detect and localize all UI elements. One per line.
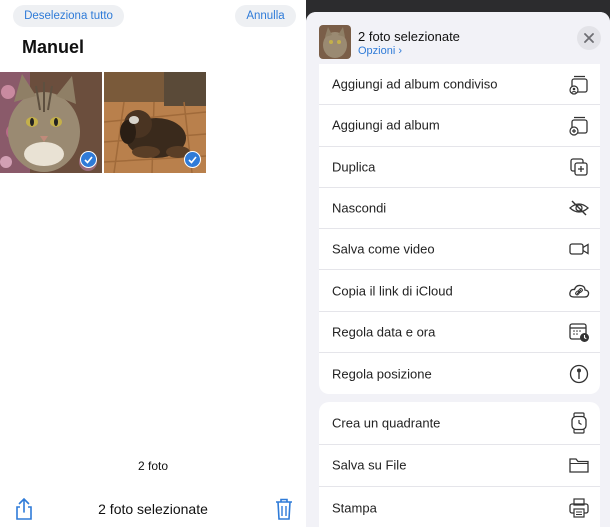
printer-icon [569,498,589,518]
action-adjust-date-time[interactable]: Regola data e ora [319,312,600,354]
action-label: Crea un quadrante [332,415,441,431]
action-label: Regola data e ora [332,324,436,340]
duplicate-icon [570,158,588,176]
shared-album-icon [569,75,588,95]
selected-checkmark-icon [80,151,97,168]
folder-icon [569,458,589,473]
selected-checkmark-icon [184,151,201,168]
action-label: Salva come video [332,241,435,257]
action-save-as-video[interactable]: Salva come video [319,229,600,271]
sheet-title: 2 foto selezionate [358,29,460,44]
photo-thumbnail-cat[interactable] [0,72,102,173]
album-title: Manuel [22,37,85,57]
action-label: Regola posizione [332,366,432,382]
selection-count-label: 2 foto selezionate [98,501,208,517]
calendar-clock-icon [569,323,589,342]
action-print[interactable]: Stampa [319,487,600,527]
action-label: Stampa [332,500,377,516]
selection-preview-thumbnail [319,25,351,59]
watch-face-icon [571,412,587,434]
action-label: Aggiungi ad album condiviso [332,76,498,92]
add-album-icon [569,117,588,137]
action-label: Copia il link di iCloud [332,283,453,299]
cancel-button[interactable]: Annulla [235,5,296,27]
action-save-to-files[interactable]: Salva su File [319,445,600,487]
actions-group-secondary: Crea un quadrante Salva su File Stampa [319,402,600,527]
photo-count: 2 foto [137,459,169,473]
action-label: Duplica [332,159,376,175]
action-label: Nascondi [332,200,387,216]
action-copy-icloud-link[interactable]: Copia il link di iCloud [319,270,600,312]
photo-library-pane: Deseleziona tutto Annulla Manuel 2 foto … [0,0,306,527]
action-hide[interactable]: Nascondi [319,188,600,230]
location-pin-icon [569,364,589,383]
action-add-album[interactable]: Aggiungi ad album [319,105,600,147]
close-icon[interactable] [577,26,601,50]
action-label: Aggiungi ad album [332,117,440,133]
icloud-link-icon [569,284,590,298]
hide-eye-icon [569,200,589,216]
sheet-header: 2 foto selezionate Opzioni › [306,12,610,72]
video-camera-icon [569,243,589,255]
photo-thumbnail-dog[interactable] [104,72,206,173]
action-label: Salva su File [332,457,407,473]
action-adjust-location[interactable]: Regola posizione [319,353,600,394]
bottom-toolbar: 2 foto selezionate [0,492,306,527]
action-add-shared-album[interactable]: Aggiungi ad album condiviso [319,64,600,106]
action-duplicate[interactable]: Duplica [319,147,600,188]
deselect-all-button[interactable]: Deseleziona tutto [13,5,124,27]
action-create-watch-face[interactable]: Crea un quadrante [319,402,600,445]
trash-icon[interactable] [274,497,294,521]
options-link[interactable]: Opzioni › [358,45,402,57]
actions-group-primary: Aggiungi ad album condiviso Aggiungi ad … [319,64,600,394]
action-sheet-backdrop: 2 foto selezionate Opzioni › Aggiungi ad… [306,0,610,527]
action-sheet: 2 foto selezionate Opzioni › Aggiungi ad… [306,12,610,527]
